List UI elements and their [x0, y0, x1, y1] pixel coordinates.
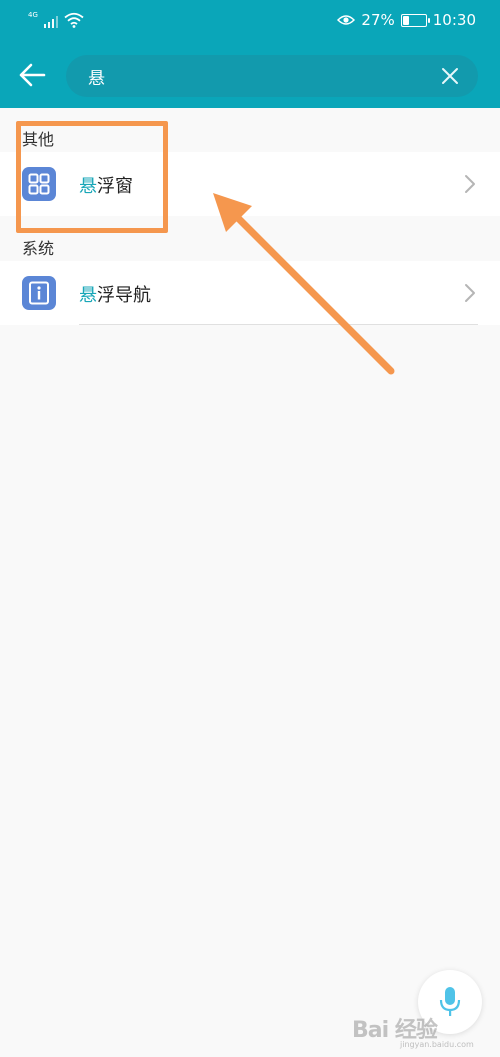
search-box[interactable] — [66, 55, 478, 97]
back-button[interactable] — [14, 57, 50, 93]
result-item-label: 悬浮导航 — [79, 281, 151, 307]
status-bar: 4G 27% 10:30 — [0, 0, 500, 42]
chevron-right-icon — [465, 284, 475, 302]
label-rest: 浮导航 — [97, 285, 151, 306]
signal-icon — [43, 14, 58, 28]
match-highlight: 悬 — [79, 285, 97, 306]
eye-comfort-icon — [337, 15, 356, 25]
wifi-icon — [64, 12, 84, 28]
divider — [79, 324, 478, 325]
section-header-other: 其他 — [22, 130, 55, 149]
close-icon — [442, 68, 458, 84]
chevron-right-icon — [465, 175, 475, 193]
match-highlight: 悬 — [79, 176, 97, 197]
clear-button[interactable] — [438, 64, 462, 88]
microphone-icon — [439, 987, 461, 1016]
grid-icon — [22, 167, 56, 201]
section-header-system: 系统 — [22, 239, 55, 258]
result-item-floating-navigation[interactable]: 悬浮导航 — [0, 261, 500, 325]
info-icon — [22, 276, 56, 310]
result-item-floating-window[interactable]: 悬浮窗 — [0, 152, 500, 216]
network-type: 4G — [28, 11, 38, 19]
clock: 10:30 — [432, 11, 476, 29]
battery-percent: 27% — [361, 11, 395, 29]
search-input[interactable] — [88, 55, 418, 97]
arrow-left-icon — [19, 63, 46, 87]
status-left: 4G — [28, 12, 84, 28]
result-item-label: 悬浮窗 — [79, 172, 133, 198]
label-rest: 浮窗 — [97, 176, 133, 197]
watermark-url: jingyan.baidu.com — [400, 1040, 474, 1049]
battery-icon — [400, 13, 430, 27]
battery-fill — [402, 15, 410, 25]
status-right: 27% 10:30 — [337, 11, 476, 29]
